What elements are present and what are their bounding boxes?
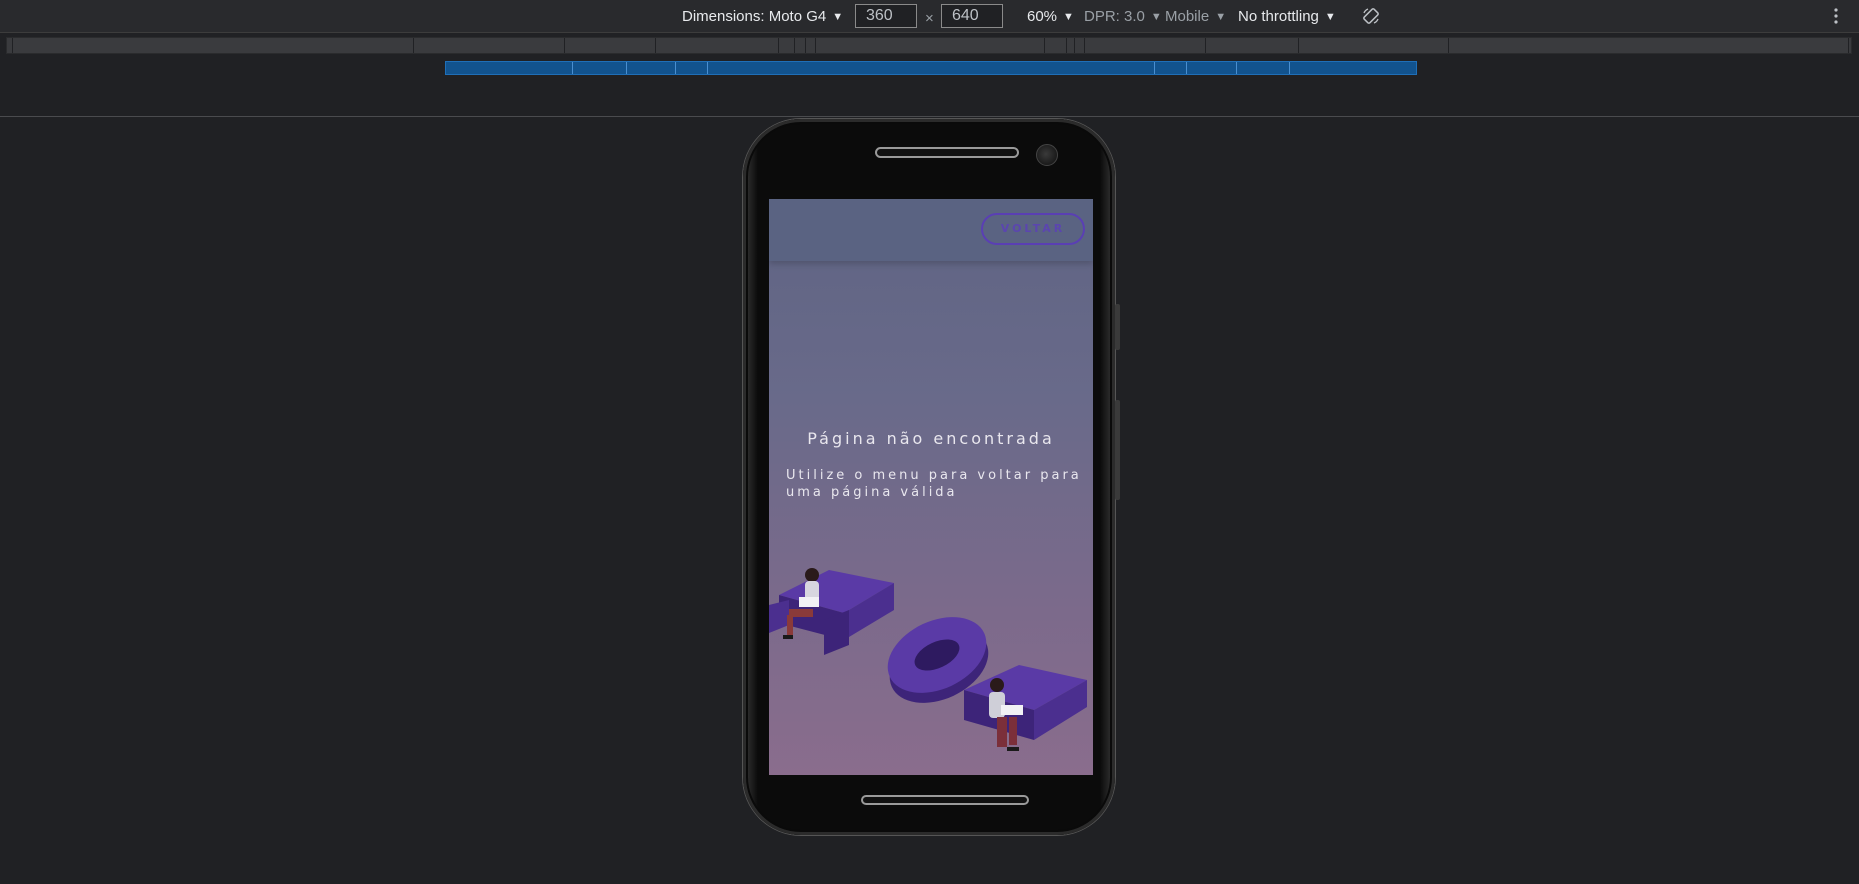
- page-message: Utilize o menu para voltar para uma pági…: [786, 468, 1082, 500]
- dpr-label: DPR: 3.0: [1084, 8, 1145, 25]
- times-separator: ×: [925, 10, 934, 27]
- phone-home-bar: [861, 795, 1029, 805]
- device-toolbar: Dimensions: Moto G4 ▼ 360 × 640 60% ▼ DPR:…: [0, 0, 1859, 33]
- digit-four-right-shape: [964, 665, 1087, 740]
- rotate-icon[interactable]: [1362, 7, 1380, 25]
- phone-camera: [1036, 144, 1058, 166]
- zoom-label: 60%: [1027, 8, 1058, 25]
- chevron-down-icon: ▼: [1150, 11, 1162, 23]
- 404-illustration: [769, 568, 1087, 751]
- divider: [0, 116, 1859, 117]
- throttling-dropdown[interactable]: No throttling ▼: [1238, 0, 1336, 33]
- more-vert-icon[interactable]: [1830, 6, 1842, 26]
- width-input[interactable]: 360: [855, 4, 917, 28]
- media-query-ruler[interactable]: [6, 37, 1852, 54]
- media-query-bar[interactable]: [445, 61, 1417, 75]
- dpr-dropdown[interactable]: DPR: 3.0 ▼: [1084, 0, 1162, 33]
- back-button[interactable]: VOLTAR: [981, 213, 1085, 245]
- phone-power-button: [1115, 400, 1120, 500]
- device-dimensions-label: Dimensions: Moto G4: [682, 8, 827, 25]
- site-header: VOLTAR: [769, 199, 1093, 261]
- phone-speaker: [875, 147, 1019, 158]
- throttling-label: No throttling: [1238, 8, 1319, 25]
- device-type-label: Mobile: [1165, 8, 1210, 25]
- chevron-down-icon: ▼: [1063, 11, 1074, 23]
- chevron-down-icon: ▼: [1215, 11, 1227, 23]
- page-title: Página não encontrada: [807, 429, 1055, 448]
- chevron-down-icon: ▼: [1324, 11, 1336, 23]
- phone-volume-button: [1115, 304, 1120, 350]
- chevron-down-icon: ▼: [832, 11, 844, 23]
- zoom-dropdown[interactable]: 60% ▼: [1027, 0, 1074, 33]
- digit-four-left-shape: [769, 570, 894, 655]
- device-type-dropdown[interactable]: Mobile ▼: [1165, 0, 1226, 33]
- height-input[interactable]: 640: [941, 4, 1003, 28]
- device-viewport: VOLTAR Página não encontrada Utilize o m…: [769, 199, 1093, 775]
- device-dimensions-dropdown[interactable]: Dimensions: Moto G4 ▼: [682, 0, 843, 33]
